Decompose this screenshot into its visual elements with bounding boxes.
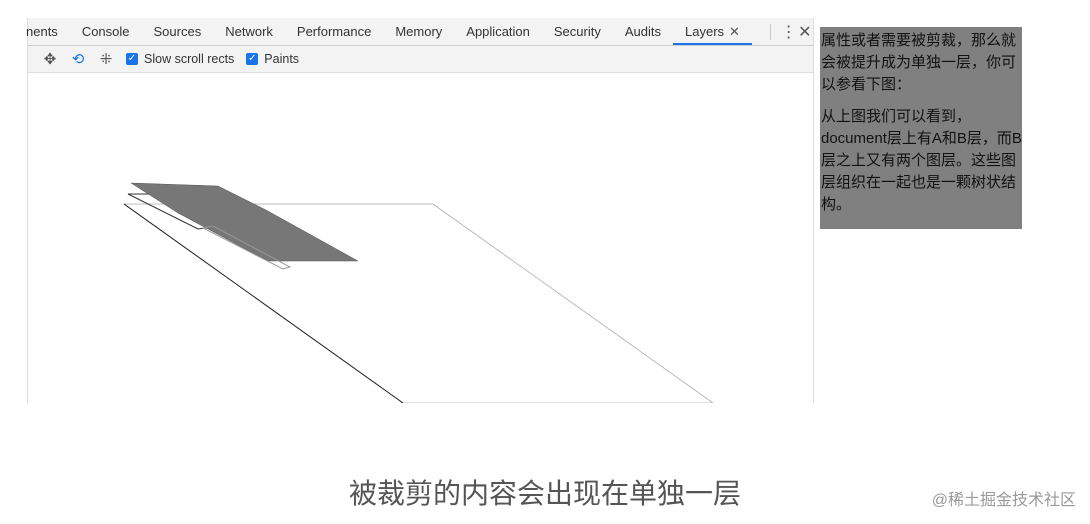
reset-transform-icon[interactable]: ⁜ — [92, 50, 120, 68]
divider — [769, 23, 771, 40]
tab-layers[interactable]: Layers ✕ — [673, 18, 752, 45]
tab-layers-label: Layers — [685, 24, 725, 39]
slow-scroll-label: Slow scroll rects — [144, 52, 235, 66]
close-devtools-icon[interactable]: ✕ — [797, 22, 813, 42]
note-paragraph-1: 属性或者需要被剪裁，那么就会被提升成为单独一层，你可以参看下图： — [821, 32, 1017, 93]
more-options-icon[interactable]: ⋮ — [781, 22, 797, 42]
tab-application[interactable]: Application — [454, 24, 542, 39]
pan-icon[interactable]: ✥ — [36, 50, 64, 68]
caption: 被裁剪的内容会出现在单独一层 — [348, 478, 741, 509]
watermark: @稀土掘金技术社区 — [931, 492, 1076, 509]
layers-toolbar: ✥ ⟲ ⁜ ✓ Slow scroll rects ✓ Paints — [28, 46, 813, 73]
note-paragraph-2: 从上图我们可以看到，document层上有A和B层，而B层之上又有两个图层。这些… — [821, 108, 1022, 213]
document-layer — [122, 203, 714, 403]
tab-memory[interactable]: Memory — [383, 24, 454, 39]
rotate-icon[interactable]: ⟲ — [64, 50, 92, 68]
tab-console[interactable]: Console — [70, 24, 142, 39]
tab-security[interactable]: Security — [542, 24, 613, 39]
tab-sources[interactable]: Sources — [142, 24, 214, 39]
devtools-panel: nents Console Sources Network Performanc… — [26, 18, 814, 403]
article-note: 属性或者需要被剪裁，那么就会被提升成为单独一层，你可以参看下图： 从上图我们可以… — [820, 27, 1022, 229]
tab-network[interactable]: Network — [213, 24, 285, 39]
slow-scroll-checkbox[interactable]: ✓ — [126, 53, 138, 65]
devtools-tabbar: nents Console Sources Network Performanc… — [26, 18, 813, 46]
paints-checkbox[interactable]: ✓ — [246, 53, 259, 65]
tab-performance[interactable]: Performance — [285, 24, 383, 39]
tab-elements[interactable]: nents — [26, 24, 70, 39]
layers-3d-view[interactable] — [28, 73, 813, 403]
close-tab-icon[interactable]: ✕ — [729, 24, 740, 39]
paints-label: Paints — [264, 52, 300, 66]
tab-audits[interactable]: Audits — [613, 24, 673, 39]
